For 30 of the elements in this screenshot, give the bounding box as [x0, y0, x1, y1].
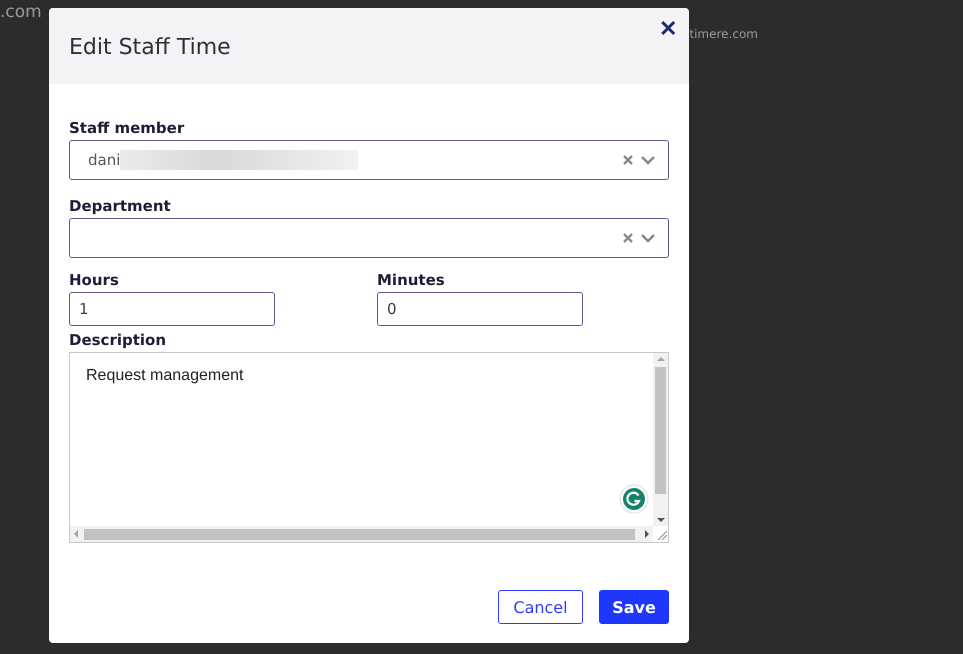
select-field[interactable]: dani: [69, 140, 669, 180]
field-label: Minutes: [377, 270, 446, 290]
vertical-scrollbar[interactable]: [653, 353, 668, 526]
save-button[interactable]: Save: [599, 590, 669, 624]
clear-icon[interactable]: [622, 232, 634, 244]
scroll-down-icon[interactable]: [656, 518, 664, 522]
page-text: .com: [0, 2, 42, 24]
chevron-down-icon[interactable]: [640, 154, 656, 166]
close-button[interactable]: ✕: [657, 14, 679, 44]
scroll-thumb[interactable]: [655, 367, 666, 494]
input-field[interactable]: 0: [377, 292, 583, 326]
cancel-button[interactable]: Cancel: [498, 590, 583, 624]
dialog-title: Edit Staff Time: [69, 34, 231, 60]
scroll-right-icon[interactable]: [645, 530, 649, 538]
field-label: Department: [69, 196, 172, 216]
page-text: timere.com: [689, 27, 758, 43]
field-label: Hours: [69, 270, 120, 290]
scroll-left-icon[interactable]: [74, 530, 78, 538]
chevron-down-icon[interactable]: [640, 232, 656, 244]
horizontal-scrollbar[interactable]: [70, 526, 653, 542]
field-label: Description: [69, 330, 168, 350]
field-value: dani: [88, 151, 120, 169]
scroll-up-icon[interactable]: [656, 357, 664, 361]
input-field[interactable]: 1: [69, 292, 275, 326]
scroll-thumb[interactable]: [84, 528, 635, 540]
field-label: Staff member: [69, 118, 186, 138]
select-field[interactable]: [69, 218, 669, 258]
clear-icon[interactable]: [622, 154, 634, 166]
text-area[interactable]: Request management: [69, 352, 669, 543]
text-area-value: Request management: [86, 367, 244, 385]
